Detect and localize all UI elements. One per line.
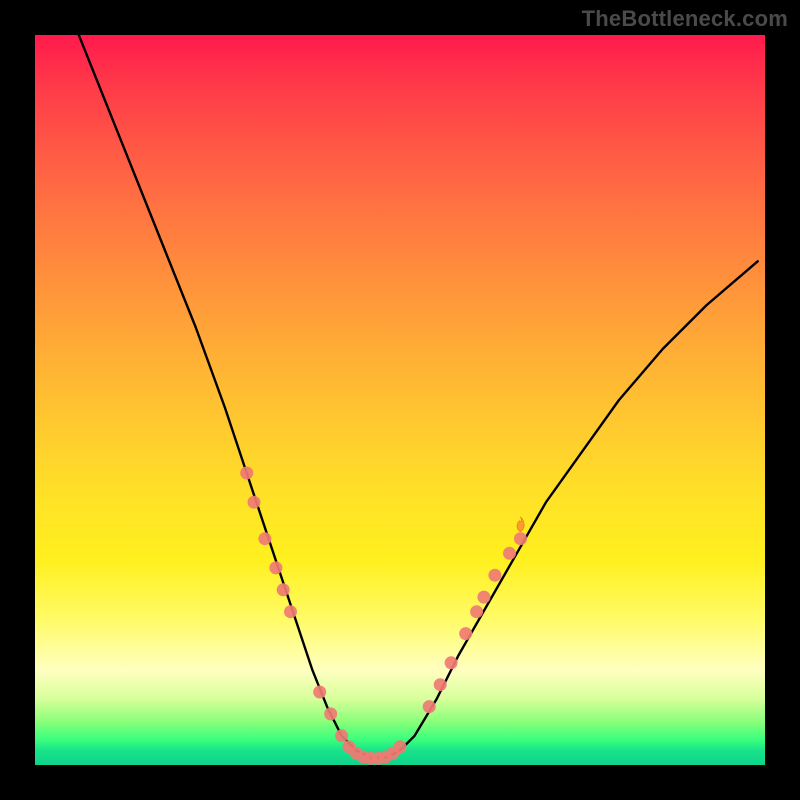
curve-marker: [324, 707, 337, 720]
curve-marker: [514, 532, 527, 545]
curve-marker: [445, 656, 458, 669]
curve-marker: [423, 700, 436, 713]
curve-marker: [258, 532, 271, 545]
flame-icon-path: [517, 517, 524, 532]
marker-group: [240, 467, 527, 765]
chart-frame: TheBottleneck.com: [0, 0, 800, 800]
plot-area: [35, 35, 765, 765]
curve-marker: [240, 467, 253, 480]
curve-marker: [269, 561, 282, 574]
curve-marker: [277, 583, 290, 596]
watermark-text: TheBottleneck.com: [582, 6, 788, 32]
curve-marker: [248, 496, 261, 509]
curve-marker: [313, 686, 326, 699]
curve-marker: [459, 627, 472, 640]
curve-marker: [503, 547, 516, 560]
bottleneck-curve: [79, 35, 758, 758]
curve-layer: [35, 35, 765, 765]
curve-marker: [394, 740, 407, 753]
curve-marker: [284, 605, 297, 618]
curve-marker: [477, 591, 490, 604]
curve-marker: [470, 605, 483, 618]
curve-marker: [335, 729, 348, 742]
curve-marker: [434, 678, 447, 691]
flame-icon: [517, 517, 524, 532]
curve-marker: [488, 569, 501, 582]
